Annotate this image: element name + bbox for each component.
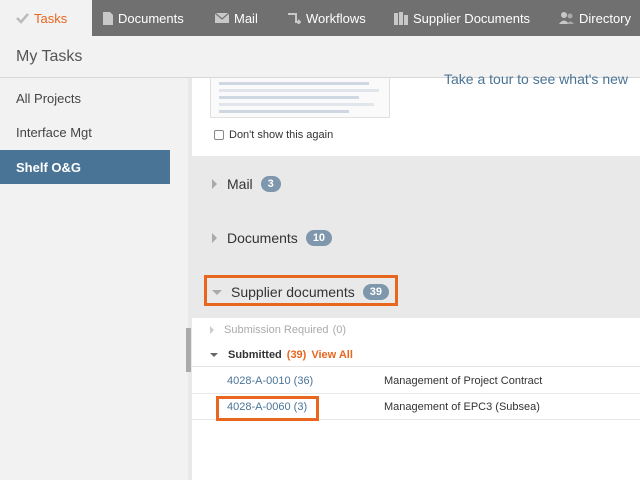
building-icon <box>394 11 408 25</box>
tab-label: Mail <box>234 10 258 26</box>
tab-tasks[interactable]: Tasks <box>0 0 92 36</box>
tab-label: Tasks <box>34 10 68 26</box>
tab-workflows[interactable]: Workflows <box>287 0 366 36</box>
tab-label: Workflows <box>306 10 366 26</box>
highlight-box <box>216 396 319 421</box>
section-label: Documents <box>227 230 298 246</box>
expand-arrow-icon <box>212 179 217 189</box>
tab-supplier-documents[interactable]: Supplier Documents <box>394 0 530 36</box>
sidebar-item-interface-mgt[interactable]: Interface Mgt <box>0 115 170 149</box>
sidebar-item-shelf-og[interactable]: Shelf O&G <box>0 150 170 184</box>
take-tour-link[interactable]: Take a tour to see what's new <box>444 71 628 87</box>
section-supplier-documents[interactable]: Supplier documents 39 <box>192 264 640 318</box>
scrollbar-thumb[interactable] <box>186 328 191 372</box>
expand-arrow-icon <box>210 326 214 334</box>
page-title: My Tasks <box>16 48 83 65</box>
collapse-arrow-icon <box>210 353 218 357</box>
section-documents[interactable]: Documents 10 <box>192 210 640 264</box>
count-badge: 10 <box>305 230 333 246</box>
group-label: Submitted <box>228 349 282 361</box>
workflow-icon <box>287 12 301 24</box>
top-nav: Tasks Documents Mail Workflows Supplier … <box>0 0 640 36</box>
section-label: Supplier documents <box>231 284 355 300</box>
document-icon <box>103 11 113 25</box>
tab-directory[interactable]: Directory <box>559 0 631 36</box>
tab-mail[interactable]: Mail <box>215 0 258 36</box>
expand-arrow-icon <box>212 233 217 243</box>
group-count: (39) <box>286 349 307 361</box>
tour-preview-image <box>210 78 390 118</box>
table-row: 4028-A-0010 (36) Management of Project C… <box>192 368 640 394</box>
group-label: Submission Required <box>224 324 329 336</box>
dont-show-checkbox[interactable] <box>214 130 224 140</box>
sidebar-item-all-projects[interactable]: All Projects <box>0 81 170 115</box>
sidebar: All Projects Interface Mgt Shelf O&G <box>0 78 190 480</box>
mail-icon <box>215 13 229 23</box>
dont-show-again[interactable]: Don't show this again <box>214 129 333 141</box>
document-title: Management of Project Contract <box>384 375 543 387</box>
main-content: Take a tour to see what's new Don't show… <box>192 71 640 480</box>
sidebar-item-label: Interface Mgt <box>16 124 92 140</box>
document-link[interactable]: 4028-A-0010 (36) <box>227 375 313 387</box>
collapse-arrow-icon <box>212 289 222 295</box>
check-icon <box>16 12 29 24</box>
tab-label: Directory <box>579 10 632 26</box>
count-badge: 39 <box>362 284 389 300</box>
people-icon <box>559 12 574 24</box>
tab-label: Documents <box>118 10 184 26</box>
submission-required-group[interactable]: Submission Required (0) <box>210 324 346 336</box>
divider <box>192 366 640 367</box>
document-title: Management of EPC3 (Subsea) <box>384 401 540 413</box>
sidebar-item-label: Shelf O&G <box>16 159 82 175</box>
tab-label: Supplier Documents <box>413 10 531 26</box>
dont-show-label: Don't show this again <box>229 129 334 141</box>
section-mail[interactable]: Mail 3 <box>192 156 640 210</box>
section-label: Mail <box>227 176 253 192</box>
group-count: (0) <box>332 324 347 336</box>
view-all-link[interactable]: View All <box>311 349 353 361</box>
submitted-group[interactable]: Submitted (39) View All <box>210 349 353 361</box>
count-badge: 3 <box>260 176 281 192</box>
tab-documents[interactable]: Documents <box>103 0 184 36</box>
sidebar-item-label: All Projects <box>16 90 82 106</box>
